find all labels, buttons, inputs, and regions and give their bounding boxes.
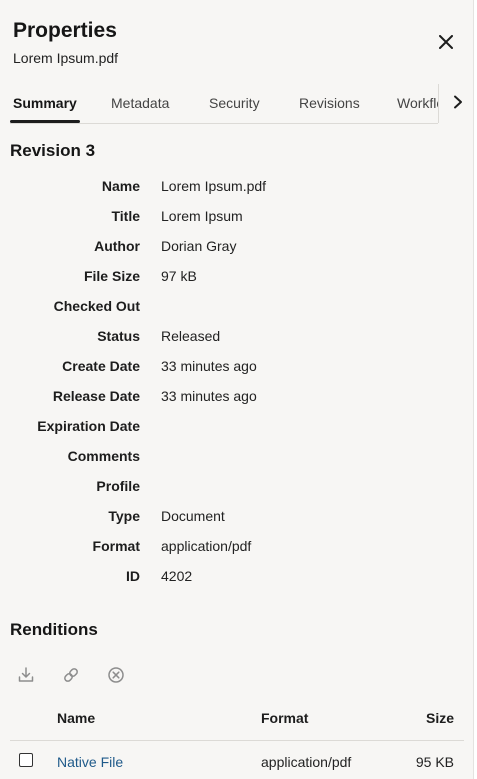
rendition-format: application/pdf bbox=[261, 754, 352, 770]
column-header-name[interactable]: Name bbox=[57, 710, 95, 727]
property-label: Checked Out bbox=[53, 298, 140, 314]
renditions-title: Renditions bbox=[10, 620, 98, 639]
property-value: Lorem Ipsum bbox=[161, 208, 243, 224]
property-label: Format bbox=[92, 538, 140, 554]
property-value: Lorem Ipsum.pdf bbox=[161, 178, 267, 194]
property-row-title: Title Lorem Ipsum bbox=[0, 208, 473, 238]
column-header-size[interactable]: Size bbox=[426, 710, 454, 727]
column-header-format[interactable]: Format bbox=[261, 710, 308, 727]
property-label: Status bbox=[97, 328, 140, 344]
close-button[interactable] bbox=[432, 28, 460, 56]
property-label: Author bbox=[94, 238, 140, 254]
panel-header: Properties Lorem Ipsum.pdf bbox=[13, 18, 118, 67]
property-label: Release Date bbox=[52, 388, 140, 404]
property-label: Expiration Date bbox=[37, 418, 140, 434]
active-tab-indicator bbox=[10, 120, 80, 123]
property-value: Dorian Gray bbox=[161, 238, 237, 254]
property-value: 4202 bbox=[161, 568, 193, 584]
revision-title: Revision 3 bbox=[10, 141, 96, 160]
panel-title: Properties bbox=[13, 19, 117, 42]
row-checkbox[interactable] bbox=[19, 753, 33, 767]
property-label: Create Date bbox=[62, 358, 140, 374]
property-value: 97 kB bbox=[161, 268, 197, 284]
remove-rendition-button[interactable] bbox=[104, 663, 128, 687]
property-label: Name bbox=[101, 178, 140, 194]
link-icon bbox=[64, 668, 78, 682]
remove-icon bbox=[108, 667, 124, 683]
property-value: Released bbox=[161, 328, 221, 344]
panel-subtitle: Lorem Ipsum.pdf bbox=[13, 50, 119, 66]
property-row-format: Format application/pdf bbox=[0, 538, 473, 568]
chevron-right-icon bbox=[454, 95, 462, 109]
download-button[interactable] bbox=[14, 663, 38, 687]
property-row-release-date: Release Date 33 minutes ago bbox=[0, 388, 473, 418]
property-row-expiration-date: Expiration Date bbox=[0, 418, 473, 448]
tab-metadata[interactable]: Metadata bbox=[111, 94, 169, 112]
property-label: Type bbox=[108, 508, 140, 524]
tab-revisions[interactable]: Revisions bbox=[299, 94, 360, 112]
table-row[interactable]: Native File application/pdf 95 KB bbox=[10, 741, 464, 779]
property-row-profile: Profile bbox=[0, 478, 473, 508]
download-icon bbox=[18, 667, 34, 682]
property-label: Title bbox=[111, 208, 140, 224]
property-label: Comments bbox=[67, 448, 140, 464]
property-row-checked-out: Checked Out bbox=[0, 298, 473, 328]
copy-link-button[interactable] bbox=[59, 663, 83, 687]
close-icon bbox=[439, 35, 453, 49]
property-value: Document bbox=[161, 508, 225, 524]
property-value: application/pdf bbox=[161, 538, 252, 554]
property-row-name: Name Lorem Ipsum.pdf bbox=[0, 178, 473, 208]
tab-scroll-divider bbox=[438, 84, 439, 123]
renditions-table-header: Name Format Size bbox=[10, 706, 464, 741]
property-row-status: Status Released bbox=[0, 328, 473, 358]
property-row-file-size: File Size 97 kB bbox=[0, 268, 473, 298]
property-label: File Size bbox=[83, 268, 140, 284]
property-row-type: Type Document bbox=[0, 508, 473, 538]
rendition-size: 95 KB bbox=[415, 754, 454, 770]
tab-security[interactable]: Security bbox=[209, 94, 260, 112]
property-row-author: Author Dorian Gray bbox=[0, 238, 473, 268]
properties-panel: Properties Lorem Ipsum.pdf Summary Metad… bbox=[0, 0, 474, 779]
tab-summary[interactable]: Summary bbox=[13, 94, 77, 112]
tab-workflow[interactable]: Workflow bbox=[397, 94, 438, 112]
tab-strip: Summary Metadata Security Revisions Work… bbox=[10, 84, 438, 124]
property-row-id: ID 4202 bbox=[0, 568, 473, 598]
property-row-create-date: Create Date 33 minutes ago bbox=[0, 358, 473, 388]
property-value: 33 minutes ago bbox=[161, 358, 257, 374]
property-label: ID bbox=[126, 568, 140, 584]
tab-scroll-right-button[interactable] bbox=[446, 90, 470, 114]
rendition-name-link[interactable]: Native File bbox=[57, 754, 123, 771]
property-value: 33 minutes ago bbox=[161, 388, 257, 404]
tab-bar: Summary Metadata Security Revisions Work… bbox=[0, 84, 473, 124]
property-label: Profile bbox=[96, 478, 140, 494]
property-row-comments: Comments bbox=[0, 448, 473, 478]
